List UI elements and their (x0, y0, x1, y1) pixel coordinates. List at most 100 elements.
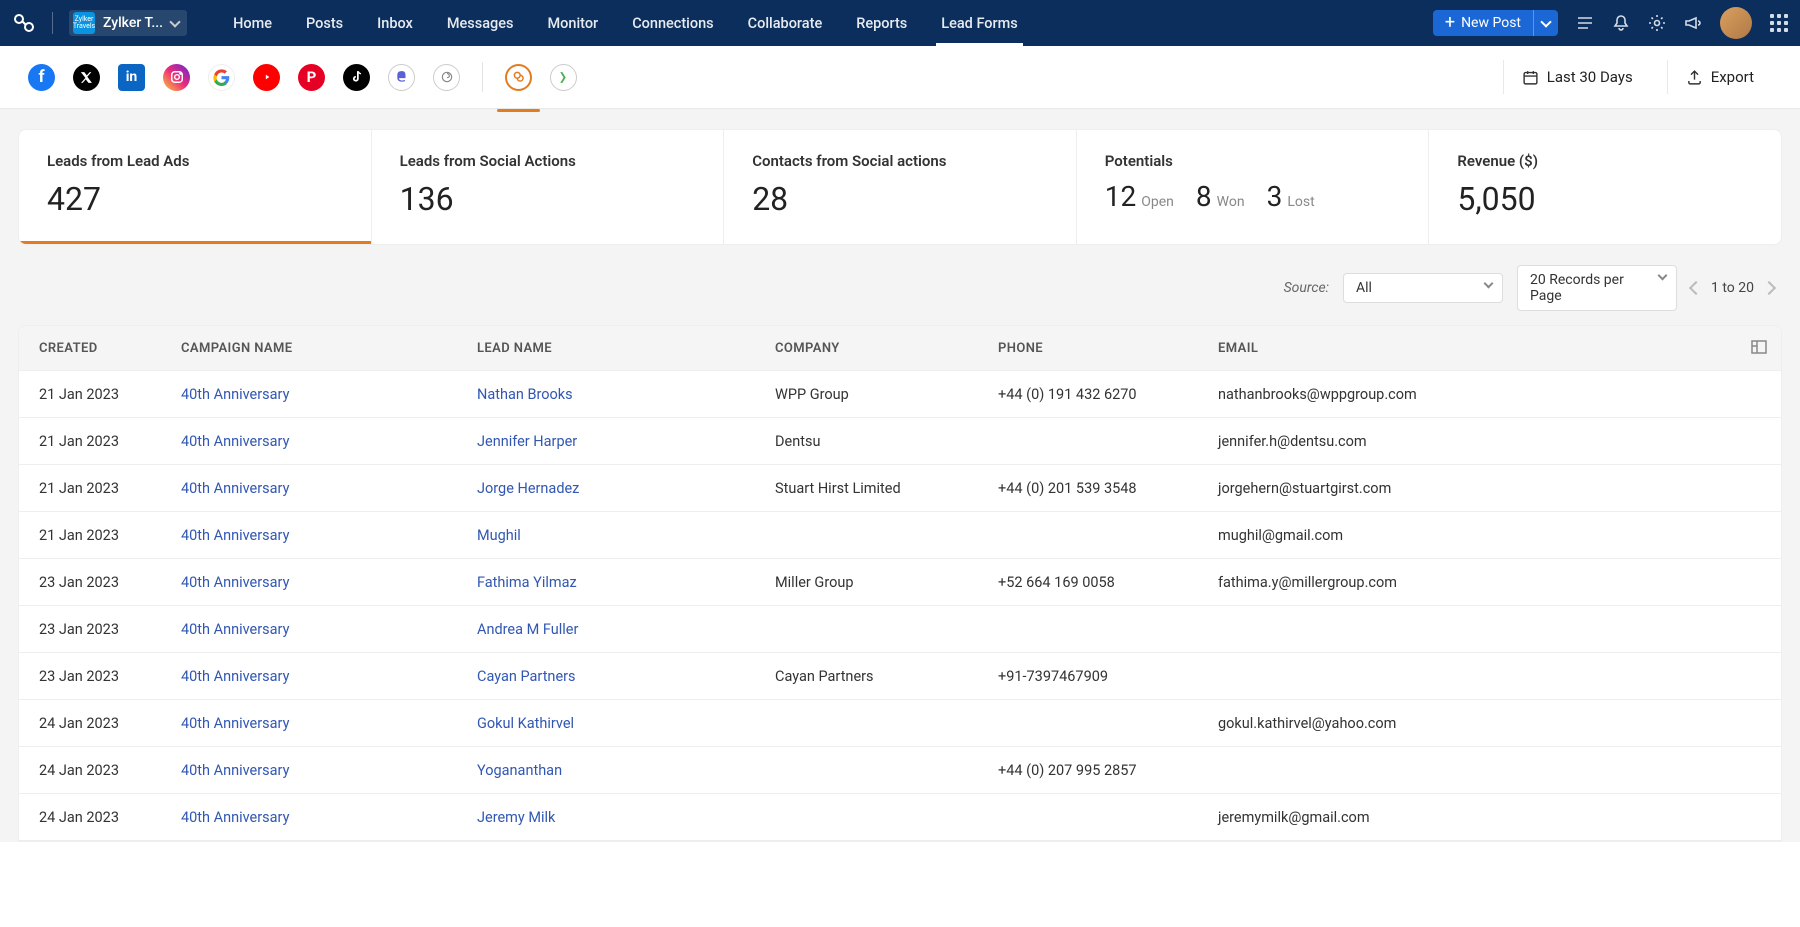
table-row[interactable]: 21 Jan 202340th AnniversaryMughilmughil@… (19, 512, 1781, 559)
stat-card[interactable]: Leads from Social Actions136 (372, 130, 725, 244)
brand-selector[interactable]: ZylkerTravels Zylker T... (69, 10, 187, 36)
cell-lead[interactable]: Nathan Brooks (465, 371, 763, 417)
th-campaign[interactable]: CAMPAIGN NAME (169, 326, 465, 370)
column-settings-icon[interactable] (1751, 340, 1767, 358)
chevron-down-icon (1540, 16, 1551, 27)
pinterest-icon[interactable]: P (298, 64, 325, 91)
cell-campaign[interactable]: 40th Anniversary (169, 700, 465, 746)
table-row[interactable]: 23 Jan 202340th AnniversaryAndrea M Full… (19, 606, 1781, 653)
next-page[interactable] (1762, 281, 1776, 295)
cell-phone: +52 664 169 0058 (986, 559, 1206, 605)
threads-icon[interactable] (433, 64, 460, 91)
table-row[interactable]: 21 Jan 202340th AnniversaryNathan Brooks… (19, 371, 1781, 418)
cell-campaign[interactable]: 40th Anniversary (169, 418, 465, 464)
cell-campaign[interactable]: 40th Anniversary (169, 512, 465, 558)
export-button[interactable]: Export (1667, 60, 1772, 94)
new-post-dropdown[interactable] (1533, 10, 1558, 36)
cell-created: 21 Jan 2023 (19, 371, 169, 417)
cell-campaign[interactable]: 40th Anniversary (169, 747, 465, 793)
th-lead[interactable]: LEAD NAME (465, 326, 763, 370)
google-icon[interactable] (208, 64, 235, 91)
cell-lead[interactable]: Jorge Hernadez (465, 465, 763, 511)
cell-campaign[interactable]: 40th Anniversary (169, 794, 465, 840)
table-row[interactable]: 24 Jan 202340th AnniversaryGokul Kathirv… (19, 700, 1781, 747)
mastodon-icon[interactable] (388, 64, 415, 91)
nav-inbox[interactable]: Inbox (361, 0, 429, 46)
stat-card[interactable]: Revenue ($) 5,050 (1429, 130, 1781, 244)
crm-icon[interactable] (505, 64, 532, 91)
cell-lead[interactable]: Fathima Yilmaz (465, 559, 763, 605)
table-row[interactable]: 21 Jan 202340th AnniversaryJennifer Harp… (19, 418, 1781, 465)
new-post-button[interactable]: + New Post (1433, 10, 1533, 36)
stat-value: 136 (400, 180, 696, 218)
cell-lead[interactable]: Gokul Kathirvel (465, 700, 763, 746)
cell-lead[interactable]: Jennifer Harper (465, 418, 763, 464)
page-nav: 1 to 20 (1691, 280, 1774, 296)
cell-campaign[interactable]: 40th Anniversary (169, 606, 465, 652)
nav-posts[interactable]: Posts (290, 0, 359, 46)
th-created[interactable]: CREATED (19, 326, 169, 370)
tiktok-icon[interactable] (343, 64, 370, 91)
cell-company (763, 512, 986, 558)
settings-icon[interactable] (1648, 14, 1666, 32)
youtube-icon[interactable] (253, 64, 280, 91)
header-bar: ZylkerTravels Zylker T... HomePostsInbox… (0, 0, 1800, 46)
user-avatar[interactable] (1720, 7, 1752, 39)
stat-card[interactable]: Contacts from Social actions28 (724, 130, 1077, 244)
cell-lead[interactable]: Mughil (465, 512, 763, 558)
stat-card[interactable]: Leads from Lead Ads427 (19, 130, 372, 244)
th-company[interactable]: COMPANY (763, 326, 986, 370)
table-row[interactable]: 23 Jan 202340th AnniversaryFathima Yilma… (19, 559, 1781, 606)
nav-collaborate[interactable]: Collaborate (732, 0, 839, 46)
divider (52, 12, 53, 34)
x-twitter-icon[interactable] (73, 64, 100, 91)
records-select[interactable]: 20 Records per Page (1517, 265, 1677, 311)
potential-item: 8Won (1196, 180, 1245, 213)
instagram-icon[interactable] (163, 64, 190, 91)
cell-phone: +44 (0) 191 432 6270 (986, 371, 1206, 417)
table-row[interactable]: 23 Jan 202340th AnniversaryCayan Partner… (19, 653, 1781, 700)
export-icon (1686, 69, 1703, 86)
source-select[interactable]: All (1343, 273, 1503, 303)
cell-campaign[interactable]: 40th Anniversary (169, 653, 465, 699)
new-post-button-group: + New Post (1433, 10, 1558, 36)
app-logo[interactable] (12, 11, 36, 35)
notifications-icon[interactable] (1612, 14, 1630, 32)
stat-title: Revenue ($) (1457, 152, 1753, 170)
cell-lead[interactable]: Cayan Partners (465, 653, 763, 699)
cell-campaign[interactable]: 40th Anniversary (169, 371, 465, 417)
cell-created: 21 Jan 2023 (19, 512, 169, 558)
linkedin-icon[interactable]: in (118, 64, 145, 91)
leads-table: CREATED CAMPAIGN NAME LEAD NAME COMPANY … (18, 325, 1782, 842)
apps-icon[interactable] (1770, 14, 1788, 32)
stat-value: 5,050 (1457, 180, 1753, 218)
table-row[interactable]: 24 Jan 202340th AnniversaryJeremy Milkje… (19, 794, 1781, 841)
cell-campaign[interactable]: 40th Anniversary (169, 559, 465, 605)
prev-page[interactable] (1689, 281, 1703, 295)
nav-connections[interactable]: Connections (616, 0, 729, 46)
cell-lead[interactable]: Andrea M Fuller (465, 606, 763, 652)
date-range-selector[interactable]: Last 30 Days (1503, 60, 1651, 94)
plus-icon: + (1445, 16, 1455, 30)
th-phone[interactable]: PHONE (986, 326, 1206, 370)
nav-messages[interactable]: Messages (431, 0, 530, 46)
cell-campaign[interactable]: 40th Anniversary (169, 465, 465, 511)
table-row[interactable]: 24 Jan 202340th AnniversaryYogananthan+4… (19, 747, 1781, 794)
filters-row: Source: All 20 Records per Page 1 to 20 (18, 265, 1782, 325)
nav-home[interactable]: Home (217, 0, 288, 46)
table-row[interactable]: 21 Jan 202340th AnniversaryJorge Hernade… (19, 465, 1781, 512)
nav-lead-forms[interactable]: Lead Forms (925, 0, 1033, 46)
facebook-icon[interactable]: f (28, 64, 55, 91)
cell-company (763, 794, 986, 840)
announce-icon[interactable] (1684, 14, 1702, 32)
page-range: 1 to 20 (1711, 280, 1754, 296)
content-area: Leads from Lead Ads427Leads from Social … (0, 109, 1800, 842)
nav-monitor[interactable]: Monitor (531, 0, 614, 46)
list-icon[interactable] (1576, 14, 1594, 32)
nav-reports[interactable]: Reports (840, 0, 923, 46)
th-email[interactable]: EMAIL (1206, 326, 1781, 370)
cell-lead[interactable]: Yogananthan (465, 747, 763, 793)
desk-icon[interactable] (550, 64, 577, 91)
stat-card[interactable]: Potentials12Open8Won3Lost (1077, 130, 1430, 244)
cell-lead[interactable]: Jeremy Milk (465, 794, 763, 840)
